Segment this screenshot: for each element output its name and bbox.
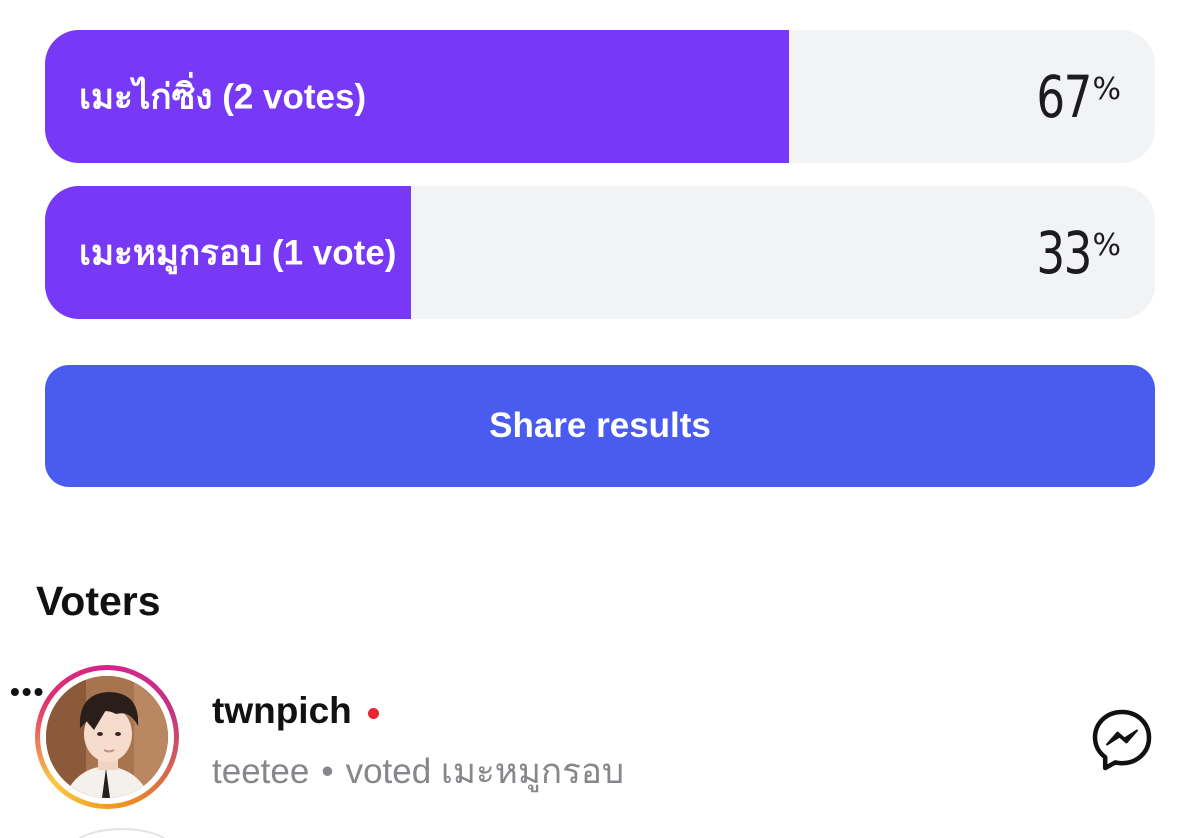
poll-option-1-percent-symbol: %	[1092, 71, 1121, 107]
poll-option-1-percent: 67 %	[1021, 63, 1121, 131]
voter-username-row[interactable]: twnpich	[212, 690, 379, 732]
poll-option-2-percent-symbol: %	[1092, 227, 1121, 263]
voter-display-name: teetee	[212, 752, 310, 791]
poll-option-2-percent: 33 %	[1021, 219, 1121, 287]
voter-username[interactable]: twnpich	[212, 690, 352, 732]
poll-option-2-label: เมะหมูกรอบ (1 vote)	[79, 233, 397, 272]
more-dots-icon[interactable]: •••	[10, 676, 45, 708]
poll-option-1-percent-value: 67	[1036, 62, 1092, 131]
avatar-photo	[46, 676, 168, 798]
avatar	[46, 676, 168, 798]
voter-subtitle: teetee • voted เมะหมูกรอบ	[212, 744, 624, 799]
poll-results-page: เมะไก่ซิ่ง (2 votes) 67 % เมะหมูกรอบ (1 …	[0, 0, 1200, 838]
next-voter-avatar[interactable]	[70, 828, 174, 838]
poll-option-1[interactable]: เมะไก่ซิ่ง (2 votes) 67 %	[45, 30, 1155, 163]
voter-separator: •	[321, 752, 334, 791]
voter-vote-text: voted เมะหมูกรอบ	[345, 752, 625, 791]
poll-option-1-label: เมะไก่ซิ่ง (2 votes)	[79, 77, 367, 116]
poll-option-2-percent-value: 33	[1036, 218, 1092, 287]
messenger-icon[interactable]	[1089, 707, 1155, 773]
voters-heading: Voters	[36, 578, 161, 624]
status-dot	[367, 707, 379, 719]
share-results-button[interactable]: Share results	[45, 365, 1155, 487]
poll-option-2[interactable]: เมะหมูกรอบ (1 vote) 33 %	[45, 186, 1155, 319]
voter-avatar-ring[interactable]	[35, 665, 179, 809]
